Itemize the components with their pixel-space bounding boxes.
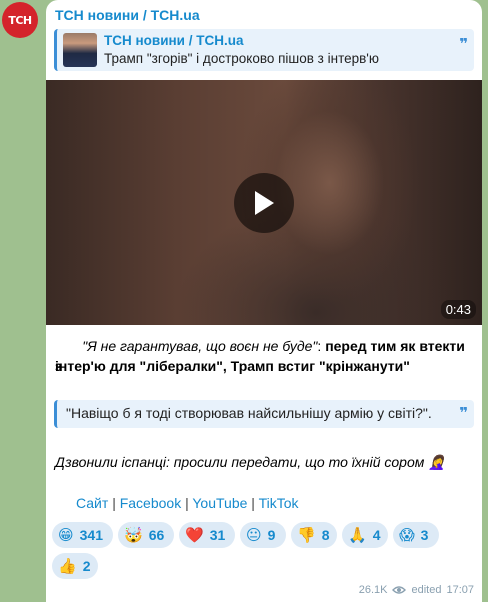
separator: |: [251, 495, 255, 511]
blockquote-text: "Навіщо б я тоді створював найсильнішу а…: [66, 405, 432, 421]
reply-preview[interactable]: ТСН новини / TCH.ua Трамп "згорів" і дос…: [54, 29, 474, 71]
blockquote: "Навіщо б я тоді створював найсильнішу а…: [54, 400, 474, 428]
edited-label: edited: [411, 584, 442, 596]
message-meta: 26.1K edited 17:07: [359, 584, 474, 596]
neutral-face-emoji-icon: 😐: [246, 526, 262, 544]
link-site[interactable]: Сайт: [76, 495, 108, 511]
reaction-count: 66: [148, 527, 165, 543]
reaction-thumbs-up[interactable]: 👍 2: [52, 553, 98, 579]
reply-title: ТСН новини / TCH.ua: [104, 33, 244, 48]
reaction-pray[interactable]: 🙏 4: [342, 522, 388, 548]
heart-emoji-icon: ❤️: [185, 526, 204, 544]
eye-icon: [392, 586, 407, 594]
separator: |: [185, 495, 189, 511]
video-duration: 0:43: [440, 300, 476, 319]
reaction-thumbs-down[interactable]: 👎 8: [291, 522, 337, 548]
message-line-3: Дзвонили іспанці: просили передати, що т…: [55, 452, 475, 472]
reaction-grin[interactable]: 😁 341: [52, 522, 113, 548]
reaction-count: 3: [420, 527, 429, 543]
grin-emoji-icon: 😁: [58, 526, 74, 544]
channel-avatar[interactable]: ТСН: [2, 2, 38, 38]
reaction-neutral-face[interactable]: 😐 9: [240, 522, 286, 548]
exploding-head-emoji-icon: 🤯: [124, 526, 143, 544]
reaction-scream[interactable]: 😱 3: [393, 522, 439, 548]
links-row: Сайт | Facebook | YouTube | TikTok: [76, 495, 299, 511]
quote-icon: ❞: [459, 36, 468, 53]
thumbs-up-emoji-icon: 👍: [58, 557, 77, 575]
link-tiktok[interactable]: TikTok: [259, 495, 299, 511]
link-facebook[interactable]: Facebook: [120, 495, 181, 511]
play-icon: [255, 191, 274, 215]
view-count: 26.1K: [358, 584, 388, 596]
reaction-count: 2: [82, 558, 91, 574]
reaction-count: 31: [209, 527, 226, 543]
reaction-count: 9: [267, 527, 276, 543]
quote-icon: ❞: [459, 405, 468, 422]
link-youtube[interactable]: YouTube: [192, 495, 247, 511]
italic-text: Дзвонили іспанці: просили передати, що т…: [55, 454, 446, 470]
video-player[interactable]: 0:43: [46, 80, 482, 325]
channel-name[interactable]: ТСН новини / TCH.ua: [55, 7, 200, 23]
reaction-exploding-head[interactable]: 🤯 66: [118, 522, 174, 548]
pray-emoji-icon: 🙏: [348, 526, 367, 544]
reply-text: Трамп "згорів" і достроково пішов з інте…: [104, 51, 380, 66]
message-time: 17:07: [446, 584, 474, 596]
scream-emoji-icon: 😱: [399, 526, 415, 544]
message-bubble: ТСН новини / TCH.ua ТСН новини / TCH.ua …: [46, 0, 482, 602]
reply-thumbnail: [63, 33, 97, 67]
reaction-count: 341: [79, 527, 103, 543]
reaction-heart[interactable]: ❤️ 31: [179, 522, 235, 548]
message-line-2: інтер'ю для "лібералки", Трамп встиг "кр…: [55, 356, 475, 376]
play-button[interactable]: [234, 173, 294, 233]
separator: |: [112, 495, 116, 511]
reaction-count: 4: [372, 527, 381, 543]
message-bold-2: інтер'ю для "лібералки", Трамп встиг "кр…: [55, 358, 410, 374]
quote-italic: "Я не гарантував, що воєн не буде": [82, 338, 318, 354]
thumbs-down-emoji-icon: 👎: [297, 526, 316, 544]
reaction-count: 8: [321, 527, 330, 543]
